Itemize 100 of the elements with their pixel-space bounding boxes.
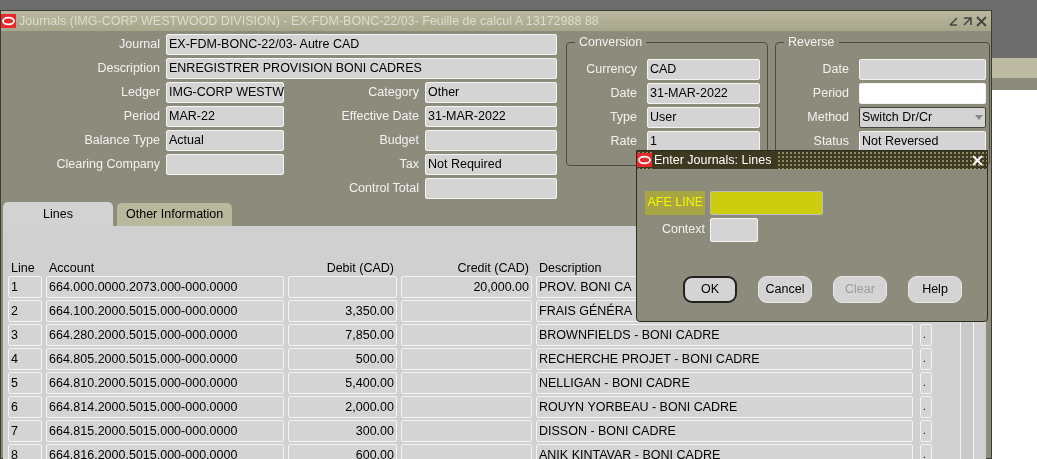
text-field[interactable]: Not Reversed (859, 131, 986, 152)
column-header: Line (10, 260, 36, 276)
text-field[interactable]: Not Required (425, 154, 557, 175)
dialog-title: Enter Journals: Lines (654, 150, 778, 170)
text-field[interactable] (425, 130, 557, 151)
text-field[interactable]: User (647, 107, 760, 128)
dialog-button[interactable]: Help (908, 276, 962, 303)
flex-field-button[interactable]: . (920, 348, 932, 370)
table-cell[interactable]: 1 (8, 276, 42, 298)
table-cell[interactable]: 664.815.2000.5015.000-000.0000 (46, 420, 284, 442)
field-label: Date (609, 85, 637, 102)
table-cell[interactable]: 664.805.2000.5015.000-000.0000 (46, 348, 284, 370)
text-field[interactable] (425, 178, 557, 199)
tab[interactable]: Other Information (117, 203, 233, 226)
table-cell[interactable]: 300.00 (288, 420, 397, 442)
text-field[interactable] (859, 83, 986, 104)
table-cell[interactable] (401, 396, 532, 418)
table-cell[interactable] (401, 420, 532, 442)
table-cell[interactable]: 664.100.2000.5015.000-000.0000 (46, 300, 284, 322)
field-label: Effective Date (340, 108, 419, 125)
field-label: Balance Type (83, 132, 160, 149)
field-label: Clearing Company (55, 156, 160, 173)
oracle-logo-icon (637, 153, 652, 167)
column-header: Description (538, 260, 603, 276)
field-label: Context (661, 221, 705, 238)
field-label: Type (608, 109, 637, 126)
text-field[interactable]: EX-FDM-BONC-22/03- Autre CAD (166, 34, 557, 55)
table-cell[interactable]: 2,000.00 (288, 396, 397, 418)
table-cell[interactable]: 4 (8, 348, 42, 370)
column-header: Credit (CAD) (456, 260, 530, 276)
field-label: Status (812, 133, 849, 150)
table-cell[interactable]: DISSON - BONI CADRE (536, 420, 913, 442)
field-label: Period (811, 85, 849, 102)
table-cell[interactable]: NELLIGAN - BONI CADRE (536, 372, 913, 394)
table-cell[interactable] (288, 276, 397, 298)
text-field[interactable] (859, 59, 986, 80)
field-label: Date (821, 61, 849, 78)
table-cell[interactable]: ANIK KINTAVAR - BONI CADRE (536, 444, 913, 459)
field-label: Ledger (120, 84, 160, 101)
flex-field-button[interactable]: . (920, 372, 932, 394)
table-cell[interactable]: 2 (8, 300, 42, 322)
field-label: Description (96, 60, 160, 77)
table-cell[interactable]: 664.000.0000.2073.000-000.0000 (46, 276, 284, 298)
table-cell[interactable] (401, 348, 532, 370)
text-field[interactable]: 31-MAR-2022 (647, 83, 760, 104)
text-field[interactable]: ENREGISTRER PROVISION BONI CADRES (166, 58, 557, 79)
table-cell[interactable]: BROWNFIELDS - BONI CADRE (536, 324, 913, 346)
text-field[interactable]: 31-MAR-2022 (425, 106, 557, 127)
input-field[interactable] (710, 191, 823, 215)
field-label: Period (122, 108, 160, 125)
table-cell[interactable]: RECHERCHE PROJET - BONI CADRE (536, 348, 913, 370)
table-cell[interactable]: 7,850.00 (288, 324, 397, 346)
field-label: Method (806, 109, 849, 126)
table-cell[interactable]: 3,350.00 (288, 300, 397, 322)
flex-field-button[interactable]: . (920, 324, 932, 346)
table-cell[interactable]: ROUYN YORBEAU - BONI CADRE (536, 396, 913, 418)
flex-field-button[interactable]: . (920, 420, 932, 442)
dialog-button[interactable]: Cancel (758, 276, 812, 303)
field-label: Currency (585, 61, 637, 78)
field-label: Budget (378, 132, 419, 149)
table-cell[interactable]: 5,400.00 (288, 372, 397, 394)
flex-field-button[interactable]: . (920, 444, 932, 459)
flex-field-button[interactable]: . (920, 396, 932, 418)
table-cell[interactable]: 500.00 (288, 348, 397, 370)
table-cell[interactable]: 6 (8, 396, 42, 418)
field-label: Category (367, 84, 419, 101)
dropdown-field[interactable]: Switch Dr/Cr (859, 107, 986, 128)
field-label: Tax (398, 156, 419, 173)
oracle-logo-icon (1, 14, 16, 28)
text-field[interactable] (166, 154, 284, 175)
table-cell[interactable]: 5 (8, 372, 42, 394)
column-header: Account (48, 260, 96, 276)
table-cell[interactable]: 7 (8, 420, 42, 442)
field-label: Control Total (348, 180, 419, 197)
field-label: AFE LINE (645, 191, 705, 215)
table-cell[interactable] (401, 324, 532, 346)
text-field[interactable]: 1 (647, 131, 760, 152)
maximize-icon[interactable] (962, 15, 973, 27)
text-field[interactable]: Other (425, 82, 557, 103)
dropdown-arrow-icon (975, 115, 983, 120)
table-cell[interactable] (401, 300, 532, 322)
text-field[interactable]: MAR-22 (166, 106, 284, 127)
table-cell[interactable]: 3 (8, 324, 42, 346)
field-label: Rate (609, 133, 637, 150)
tab[interactable]: Lines (3, 202, 113, 226)
table-cell[interactable]: 664.810.2000.5015.000-000.0000 (46, 372, 284, 394)
table-cell[interactable]: 8 (8, 444, 42, 459)
text-field[interactable]: CAD (647, 59, 760, 80)
text-field[interactable]: Actual (166, 130, 284, 151)
column-header: Debit (CAD) (325, 260, 395, 276)
table-cell[interactable]: 664.280.2000.5015.000-000.0000 (46, 324, 284, 346)
table-cell[interactable]: 664.814.2000.5015.000-000.0000 (46, 396, 284, 418)
table-cell[interactable] (401, 372, 532, 394)
dialog-button[interactable]: OK (683, 276, 737, 303)
field-label: Journal (118, 36, 160, 53)
table-cell[interactable]: 600.00 (288, 444, 397, 459)
table-cell[interactable]: 20,000.00 (401, 276, 532, 298)
table-cell[interactable]: 664.816.2000.5015.000-000.0000 (46, 444, 284, 459)
text-field[interactable]: IMG-CORP WESTW (166, 82, 284, 103)
minimize-icon[interactable] (948, 15, 959, 27)
